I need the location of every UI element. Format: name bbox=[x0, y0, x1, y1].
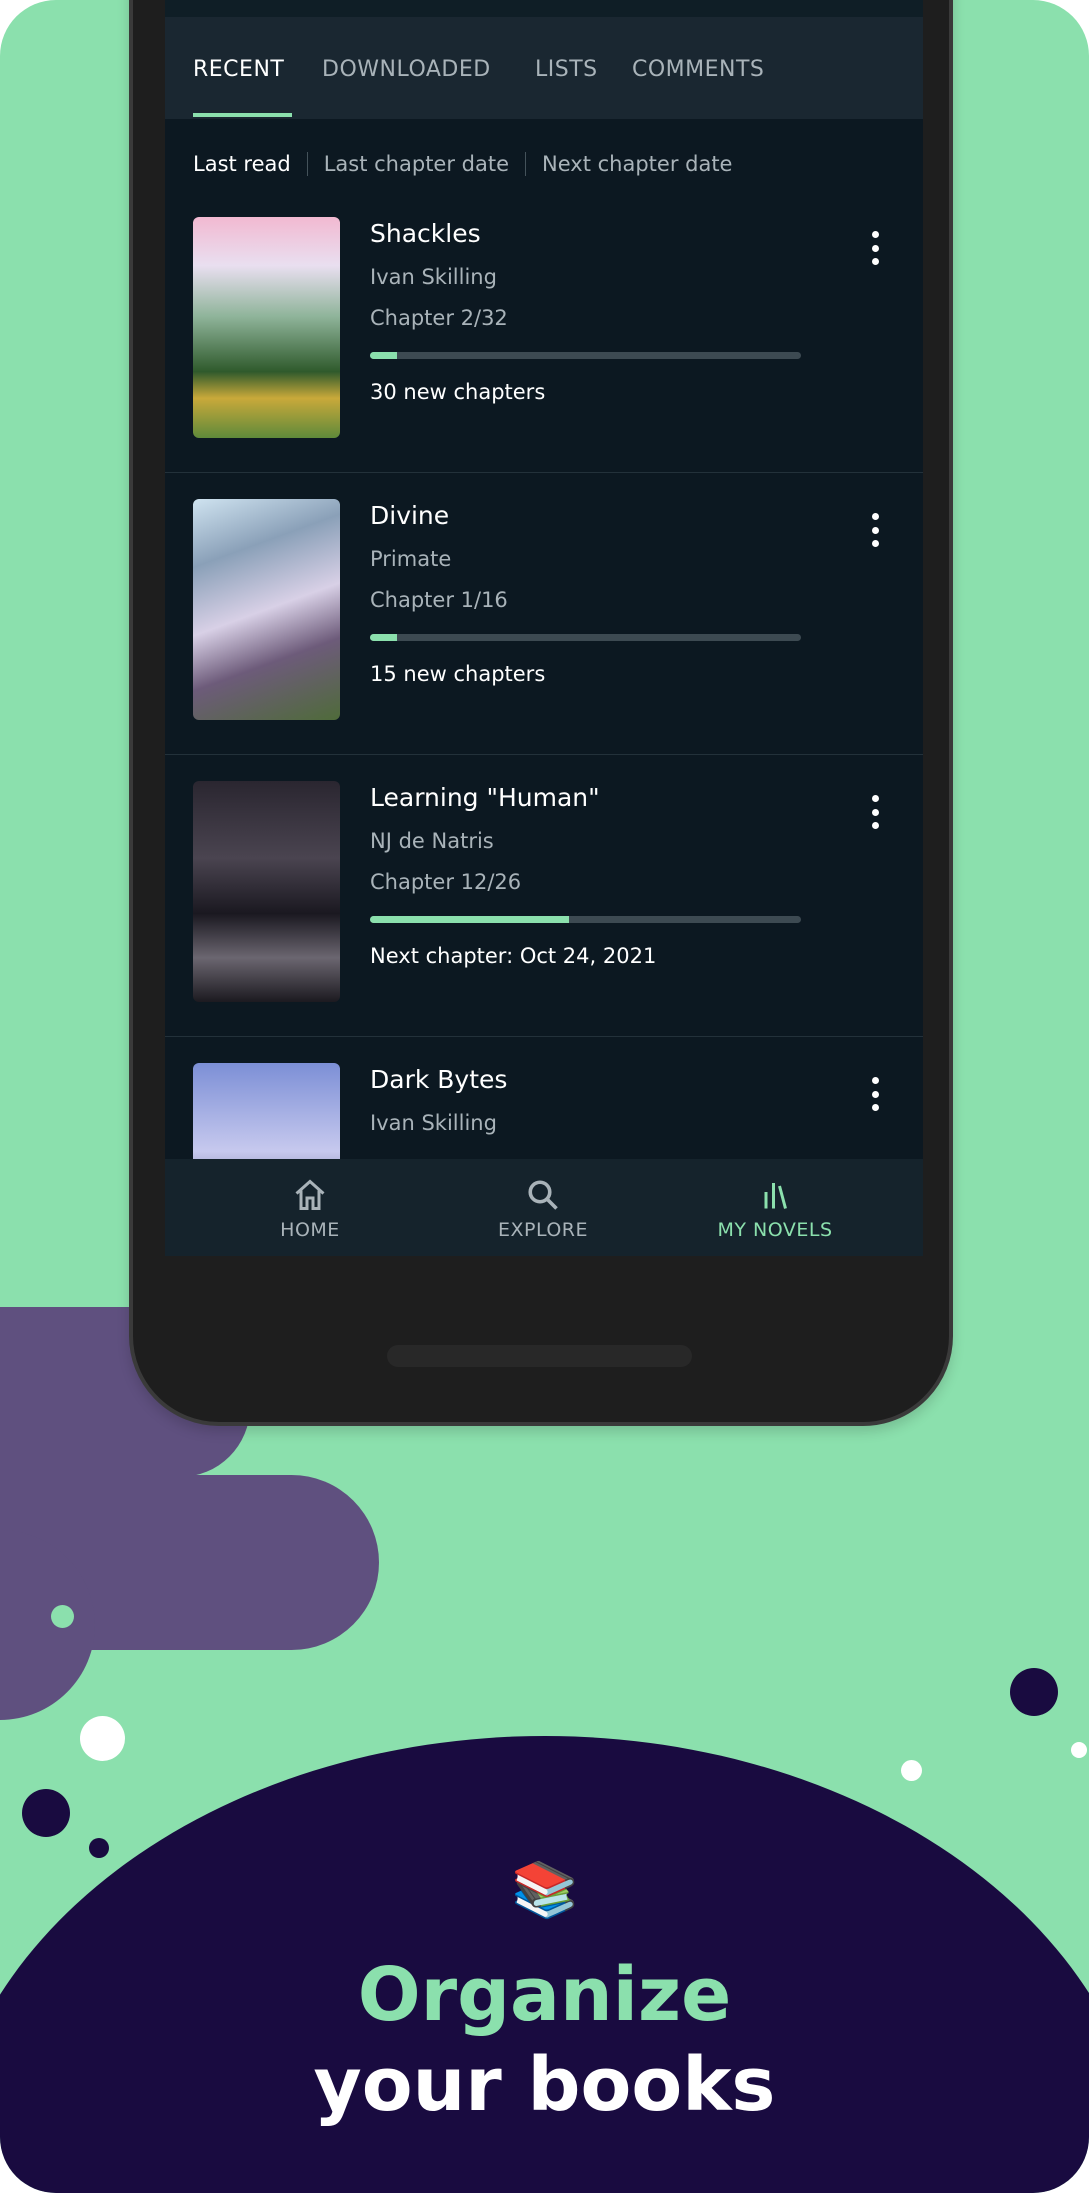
decor-dot bbox=[1071, 1742, 1087, 1758]
book-cover bbox=[193, 499, 340, 720]
nav-label: MY NOVELS bbox=[717, 1219, 833, 1241]
app-screen: RECENT DOWNLOADED LISTS COMMENTS Last re… bbox=[165, 0, 923, 1256]
more-options-icon[interactable] bbox=[865, 1077, 885, 1111]
home-indicator bbox=[387, 1345, 692, 1367]
nav-label: EXPLORE bbox=[497, 1219, 589, 1241]
headline-line-2: your books bbox=[313, 2042, 776, 2128]
promo-headline: Organize your books bbox=[0, 1950, 1089, 2130]
list-item[interactable]: Divine Primate Chapter 1/16 15 new chapt… bbox=[165, 473, 923, 755]
active-tab-indicator bbox=[193, 113, 292, 117]
book-cover bbox=[193, 217, 340, 438]
books-icon: 📚 bbox=[511, 1858, 579, 1921]
decor-dot bbox=[901, 1760, 922, 1781]
nav-home[interactable]: HOME bbox=[210, 1159, 410, 1241]
decor-dot bbox=[1010, 1668, 1058, 1716]
decor-dot bbox=[80, 1716, 125, 1761]
decor-dot bbox=[51, 1605, 74, 1628]
novel-author: Primate bbox=[370, 547, 452, 571]
bottom-navigation: HOME EXPLORE MY NOVELS bbox=[165, 1159, 923, 1256]
decor-dot bbox=[22, 1789, 70, 1837]
sort-last-read[interactable]: Last read bbox=[193, 152, 291, 176]
progress-fill bbox=[370, 352, 397, 359]
progress-bar bbox=[370, 352, 801, 359]
nav-explore[interactable]: EXPLORE bbox=[443, 1159, 643, 1241]
novel-author: Ivan Skilling bbox=[370, 265, 497, 289]
novel-author: NJ de Natris bbox=[370, 829, 494, 853]
chapter-progress-text: Chapter 1/16 bbox=[370, 588, 508, 612]
chapter-progress-text: Chapter 2/32 bbox=[370, 306, 508, 330]
sort-last-chapter-date[interactable]: Last chapter date bbox=[324, 152, 509, 176]
new-chapters: 15 new chapters bbox=[370, 662, 546, 686]
divider bbox=[306, 152, 308, 176]
list-item[interactable]: Shackles Ivan Skilling Chapter 2/32 30 n… bbox=[165, 191, 923, 473]
more-options-icon[interactable] bbox=[865, 513, 885, 547]
list-item[interactable]: Learning "Human" NJ de Natris Chapter 12… bbox=[165, 755, 923, 1037]
sort-next-chapter-date[interactable]: Next chapter date bbox=[542, 152, 732, 176]
book-cover bbox=[193, 781, 340, 1002]
tab-recent[interactable]: RECENT bbox=[193, 57, 284, 82]
nav-label: HOME bbox=[280, 1219, 340, 1241]
app-bar bbox=[165, 0, 923, 17]
decor-dot bbox=[89, 1838, 109, 1858]
more-options-icon[interactable] bbox=[865, 795, 885, 829]
headline-line-1: Organize bbox=[357, 1952, 732, 2038]
sort-options: Last read Last chapter date Next chapter… bbox=[193, 152, 732, 176]
tab-lists[interactable]: LISTS bbox=[535, 57, 598, 82]
home-icon bbox=[295, 1179, 325, 1210]
progress-fill bbox=[370, 916, 569, 923]
search-icon bbox=[528, 1180, 558, 1210]
promo-page: RECENT DOWNLOADED LISTS COMMENTS Last re… bbox=[0, 0, 1089, 2193]
chapter-progress-text: Chapter 12/26 bbox=[370, 870, 522, 894]
new-chapters: 30 new chapters bbox=[370, 380, 546, 404]
progress-bar bbox=[370, 916, 801, 923]
progress-bar bbox=[370, 634, 801, 641]
novel-title: Dark Bytes bbox=[370, 1065, 508, 1094]
divider bbox=[525, 152, 527, 176]
tab-comments[interactable]: COMMENTS bbox=[632, 57, 764, 82]
more-options-icon[interactable] bbox=[865, 231, 885, 265]
tab-downloaded[interactable]: DOWNLOADED bbox=[322, 57, 491, 82]
novel-title: Divine bbox=[370, 501, 450, 530]
novel-author: Ivan Skilling bbox=[370, 1111, 497, 1135]
novel-title: Shackles bbox=[370, 219, 481, 248]
tab-bar: RECENT DOWNLOADED LISTS COMMENTS bbox=[165, 17, 923, 119]
next-chapter-date: Next chapter: Oct 24, 2021 bbox=[370, 944, 657, 968]
novel-title: Learning "Human" bbox=[370, 783, 600, 812]
library-icon bbox=[764, 1183, 787, 1209]
progress-fill bbox=[370, 634, 397, 641]
nav-my-novels[interactable]: MY NOVELS bbox=[675, 1159, 875, 1241]
